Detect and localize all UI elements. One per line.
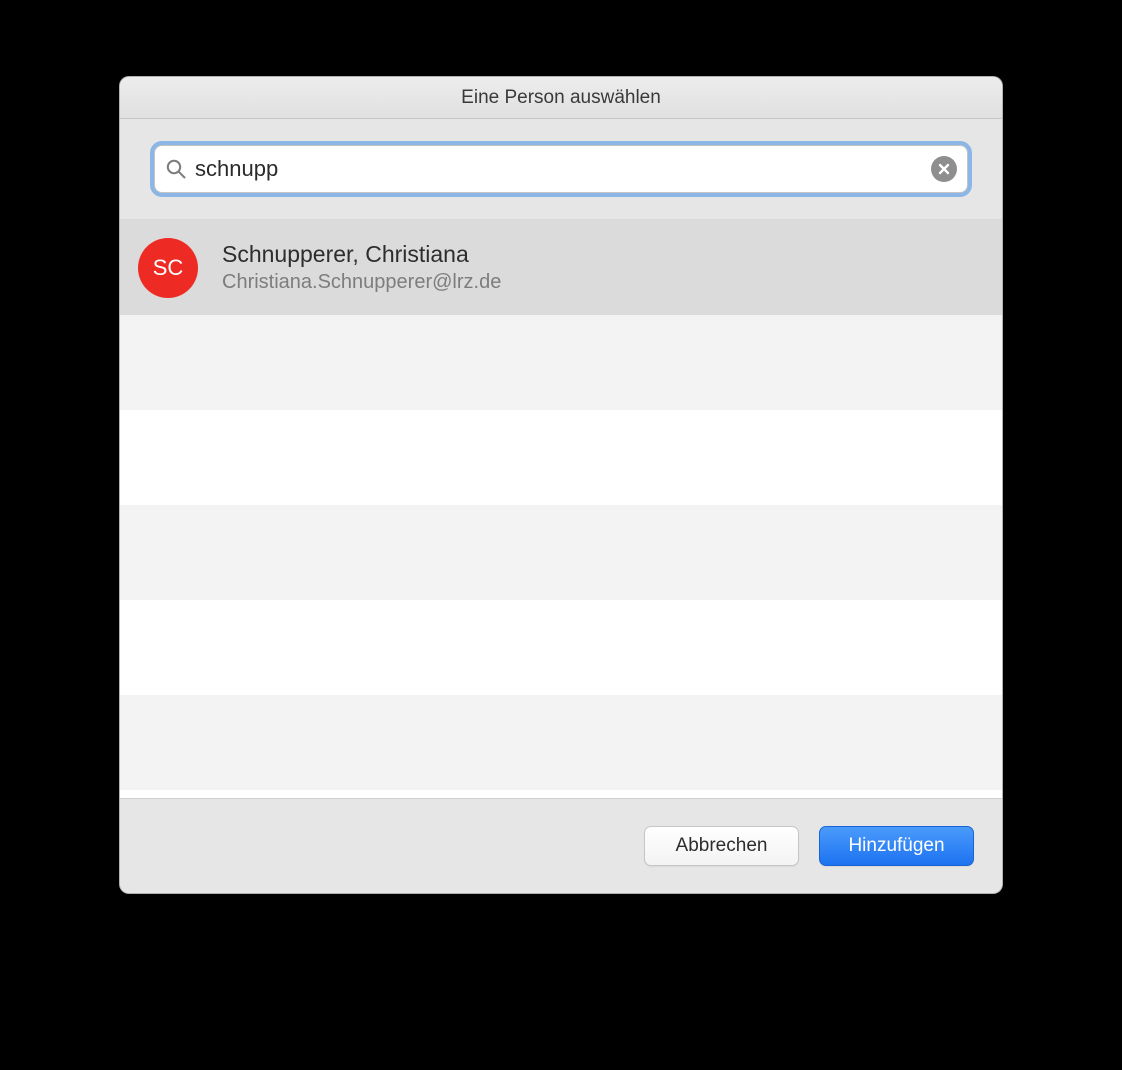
result-row-empty [120,600,1002,695]
person-picker-dialog: Eine Person auswählen SC Schnupperer, [119,76,1003,894]
add-button[interactable]: Hinzufügen [819,826,974,866]
clear-search-button[interactable] [931,156,957,182]
search-field-wrap [154,145,968,193]
search-input[interactable] [187,156,931,182]
cancel-button[interactable]: Abbrechen [644,826,799,866]
result-row-empty [120,410,1002,505]
dialog-title: Eine Person auswählen [120,77,1002,119]
result-name: Schnupperer, Christiana [222,240,501,269]
results-list: SC Schnupperer, Christiana Christiana.Sc… [120,220,1002,798]
search-area [120,119,1002,220]
result-row-empty [120,505,1002,600]
result-row-empty [120,695,1002,790]
result-text: Schnupperer, Christiana Christiana.Schnu… [222,240,501,296]
search-icon [165,158,187,180]
result-row-empty [120,315,1002,410]
result-email: Christiana.Schnupperer@lrz.de [222,270,501,295]
x-icon [937,162,951,176]
result-row[interactable]: SC Schnupperer, Christiana Christiana.Sc… [120,220,1002,315]
avatar: SC [138,238,198,298]
dialog-footer: Abbrechen Hinzufügen [120,798,1002,893]
